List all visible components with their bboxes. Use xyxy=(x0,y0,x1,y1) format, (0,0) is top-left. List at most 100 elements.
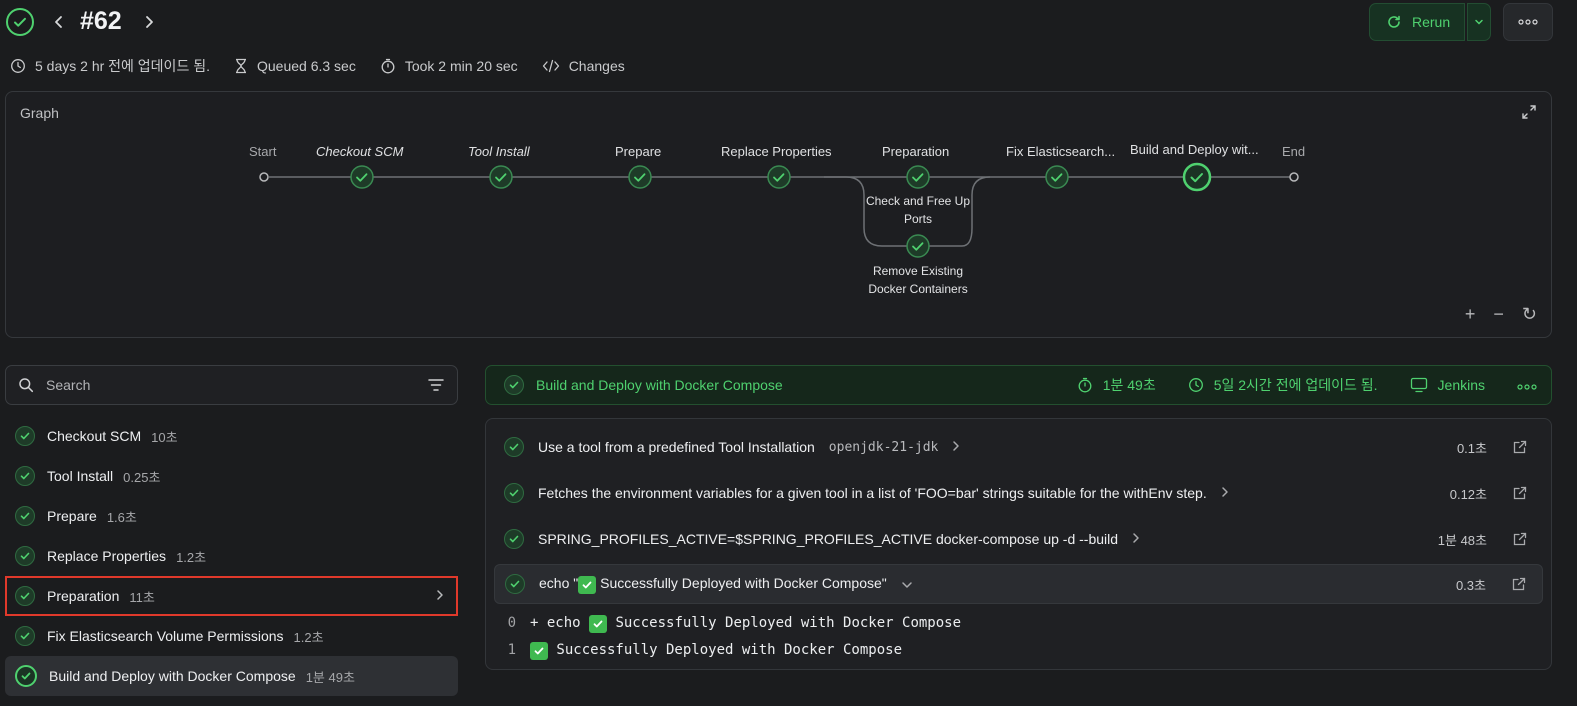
check-icon xyxy=(15,626,35,646)
queued-text: Queued 6.3 sec xyxy=(256,58,356,74)
stage-item[interactable]: Replace Properties 1.2초 xyxy=(5,536,458,576)
stage-duration: 0.25초 xyxy=(123,469,161,485)
stage-node-checkout-scm[interactable] xyxy=(350,165,374,189)
log-line: 1 Successfully Deployed with Docker Comp… xyxy=(504,642,902,660)
updated-text: 5 days 2 hr 전에 업데이드 됨. xyxy=(35,58,210,74)
stage-item[interactable]: Tool Install 0.25초 xyxy=(5,456,458,496)
log-text-suffix: Successfully Deployed with Docker Compos… xyxy=(607,615,962,631)
step-row-expanded[interactable]: echo " Successfully Deployed with Docker… xyxy=(494,564,1543,604)
external-link-icon[interactable] xyxy=(1513,532,1527,546)
step-row[interactable]: Use a tool from a predefined Tool Instal… xyxy=(494,427,1543,467)
stage-item[interactable]: Checkout SCM 10초 xyxy=(5,416,458,456)
check-mark-emoji-icon xyxy=(530,642,548,660)
chevron-right-icon[interactable] xyxy=(1132,531,1140,547)
changes-text: Changes xyxy=(568,58,625,74)
step-row[interactable]: Fetches the environment variables for a … xyxy=(494,473,1543,513)
graph-node-label: Checkout SCM xyxy=(316,144,404,159)
rerun-dropdown-button[interactable] xyxy=(1467,3,1491,41)
check-circle-icon xyxy=(6,8,34,36)
steps-panel: Use a tool from a predefined Tool Instal… xyxy=(485,418,1552,670)
took-text: Took 2 min 20 sec xyxy=(404,58,518,74)
stage-duration: 10초 xyxy=(151,429,178,445)
check-icon xyxy=(504,529,524,549)
stage-node-build-deploy[interactable] xyxy=(1182,162,1212,192)
stage-agent-info[interactable]: Jenkins xyxy=(1410,377,1485,393)
stage-name: Fix Elasticsearch Volume Permissions xyxy=(47,628,284,644)
check-mark-emoji-icon xyxy=(589,615,608,633)
top-bar: #62 Rerun xyxy=(0,0,1577,44)
stage-name: Tool Install xyxy=(47,468,114,484)
check-icon xyxy=(15,546,35,566)
external-link-icon[interactable] xyxy=(1513,440,1527,454)
log-line-number: 0 xyxy=(507,615,516,631)
graph-node-label: Preparation xyxy=(882,144,950,159)
filter-icon[interactable] xyxy=(427,378,445,392)
stage-name: Replace Properties xyxy=(47,548,167,564)
previous-build-button[interactable] xyxy=(48,10,70,34)
chevron-right-icon[interactable] xyxy=(1221,485,1229,501)
stage-detail-agent: Jenkins xyxy=(1437,377,1485,393)
build-meta: 5 days 2 hr 전에 업데이드 됨. Queued 6.3 sec To… xyxy=(10,56,625,76)
graph-node-label: Build and Deploy wit... xyxy=(1130,142,1259,157)
next-build-button[interactable] xyxy=(138,10,160,34)
graph-node-label: Prepare xyxy=(615,144,662,159)
chevron-down-icon[interactable] xyxy=(901,576,913,592)
stage-node-check-free-ports[interactable] xyxy=(906,165,930,189)
reset-view-button[interactable]: ↻ xyxy=(1522,304,1537,325)
updated-info: 5 days 2 hr 전에 업데이드 됨. xyxy=(10,56,210,76)
check-icon xyxy=(15,665,37,687)
step-duration: 1분 48초 xyxy=(1437,532,1487,548)
code-icon xyxy=(542,59,559,73)
step-argument: openjdk-21-jdk xyxy=(828,439,939,455)
chevron-down-icon xyxy=(1475,19,1483,25)
chevron-right-icon[interactable] xyxy=(952,439,960,455)
stage-search xyxy=(5,365,458,405)
log-line-text: Successfully Deployed with Docker Compos… xyxy=(530,642,902,660)
check-icon xyxy=(15,466,35,486)
log-line: 0 + echo Successfully Deployed with Dock… xyxy=(504,615,961,633)
graph-canvas xyxy=(259,162,1299,258)
stage-item[interactable]: Prepare 1.6초 xyxy=(5,496,458,536)
stage-more-icon[interactable] xyxy=(1517,377,1537,393)
rerun-button[interactable]: Rerun xyxy=(1369,3,1465,41)
step-row[interactable]: SPRING_PROFILES_ACTIVE=$SPRING_PROFILES_… xyxy=(494,519,1543,559)
build-number: #62 xyxy=(80,7,122,35)
chevron-right-icon[interactable] xyxy=(436,588,444,604)
step-text-suffix: Successfully Deployed with Docker Compos… xyxy=(596,574,887,591)
more-options-button[interactable] xyxy=(1503,3,1553,41)
external-link-icon[interactable] xyxy=(1512,577,1526,591)
stage-detail-header: Build and Deploy with Docker Compose 1분 … xyxy=(485,365,1552,405)
zoom-in-button[interactable]: + xyxy=(1465,304,1476,325)
clock-icon xyxy=(11,59,25,73)
stage-node-remove-containers[interactable] xyxy=(906,234,930,258)
log-line-text: + echo Successfully Deployed with Docker… xyxy=(530,615,961,633)
stage-item-preparation[interactable]: Preparation 11초 xyxy=(5,576,458,616)
step-text: echo " Successfully Deployed with Docker… xyxy=(539,575,887,594)
stage-node-replace-properties[interactable] xyxy=(767,165,791,189)
graph-start-label: Start xyxy=(249,144,277,159)
search-icon xyxy=(19,378,34,393)
stage-item[interactable]: Fix Elasticsearch Volume Permissions 1.2… xyxy=(5,616,458,656)
search-input[interactable] xyxy=(46,377,415,393)
log-line-number: 1 xyxy=(507,642,516,658)
stage-node-prepare[interactable] xyxy=(628,165,652,189)
external-link-icon[interactable] xyxy=(1513,486,1527,500)
graph-parallel-label: Remove Existing Docker Containers xyxy=(868,264,968,296)
graph-parallel-label: Check and Free Up Ports xyxy=(865,194,971,226)
graph-node-label: Tool Install xyxy=(468,144,530,159)
chevron-right-icon xyxy=(146,16,153,28)
start-node xyxy=(259,172,269,182)
changes-link[interactable]: Changes xyxy=(542,58,625,74)
stage-duration: 1.6초 xyxy=(106,509,137,525)
zoom-out-button[interactable]: − xyxy=(1493,304,1504,325)
check-icon xyxy=(15,586,35,606)
stage-duration: 1.2초 xyxy=(293,629,324,645)
stage-item-active[interactable]: Build and Deploy with Docker Compose 1분 … xyxy=(5,656,458,696)
check-icon xyxy=(15,426,35,446)
stage-name: Build and Deploy with Docker Compose xyxy=(49,668,296,684)
stage-node-fix-elasticsearch[interactable] xyxy=(1045,165,1069,189)
stage-node-tool-install[interactable] xyxy=(489,165,513,189)
step-duration: 0.1초 xyxy=(1456,440,1487,456)
refresh-icon xyxy=(1388,15,1400,28)
chevron-left-icon xyxy=(55,16,62,28)
